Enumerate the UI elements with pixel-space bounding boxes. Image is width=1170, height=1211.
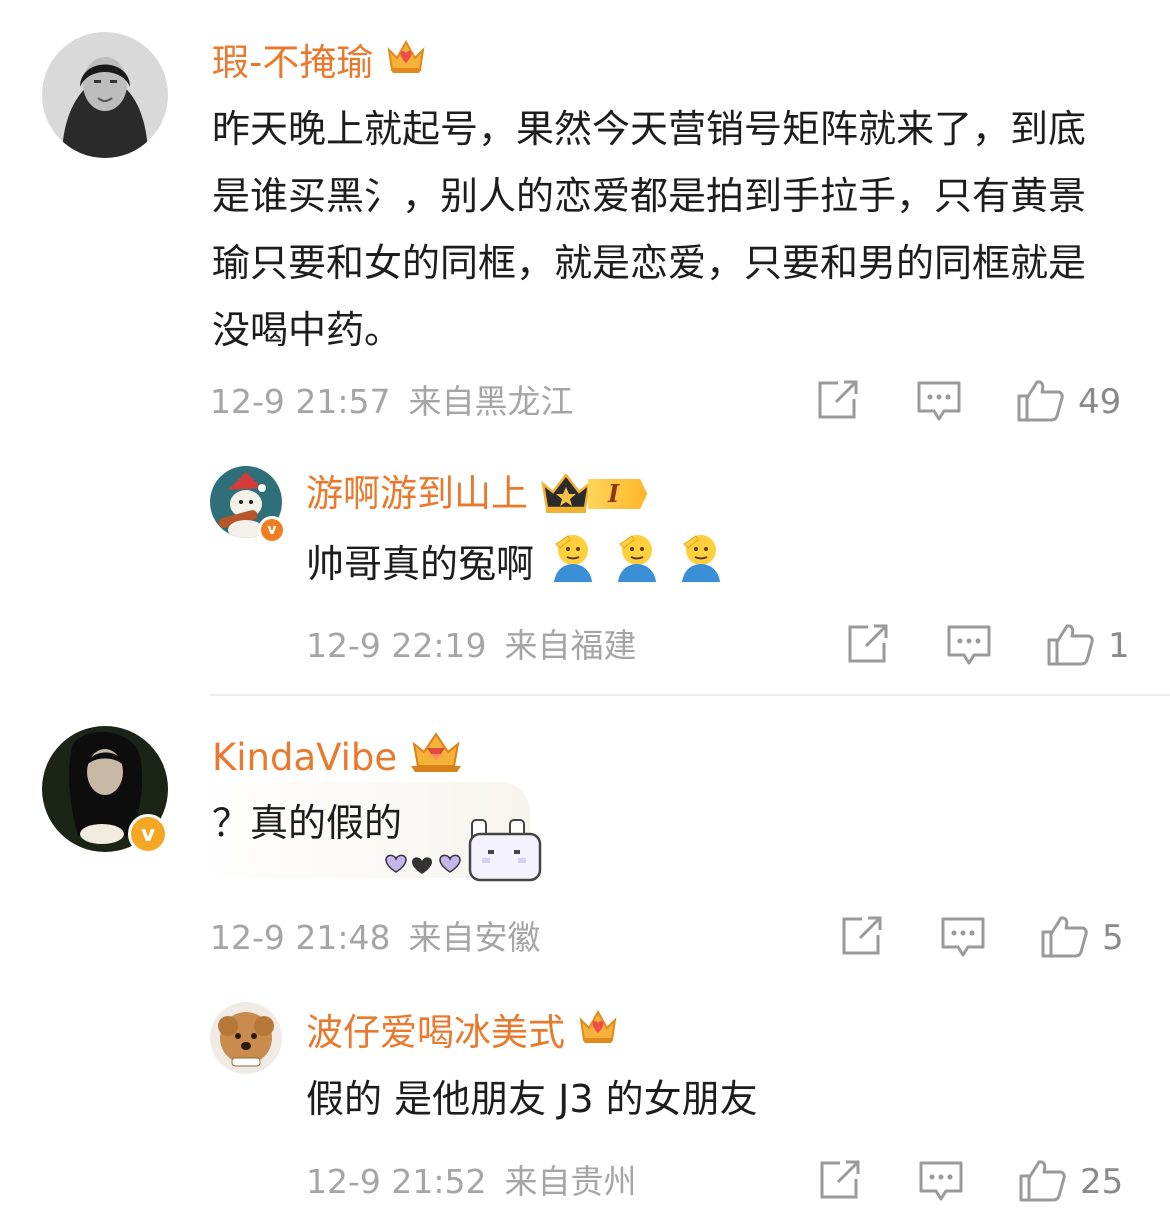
salute-emoji-icon xyxy=(676,530,726,603)
like-button[interactable]: 49 xyxy=(1016,378,1121,426)
salute-emoji-icon xyxy=(612,530,662,603)
reply-button[interactable] xyxy=(946,624,992,672)
timestamp: 12-9 21:52 xyxy=(306,1162,487,1201)
crown-heart-badge-icon xyxy=(385,36,427,90)
comment-text: ？真的假的 xyxy=(212,801,403,845)
location: 来自安徽 xyxy=(408,918,541,957)
username[interactable]: 瑕-不掩瑜 xyxy=(212,36,427,90)
share-button[interactable] xyxy=(818,1160,862,1204)
username[interactable]: KindaVibe xyxy=(212,730,463,786)
comment-text: 昨天晚上就起号，果然今天营销号矩阵就来了，到底是谁买黑氵，别人的恋爱都是拍到手拉… xyxy=(212,107,1087,352)
reply-text: 帅哥真的冤啊 xyxy=(306,530,726,603)
share-icon xyxy=(818,1160,862,1204)
avatar[interactable] xyxy=(42,32,168,158)
thumbs-up-icon xyxy=(1040,914,1088,962)
heart-icon xyxy=(385,854,461,874)
timestamp: 12-9 21:48 xyxy=(210,918,391,957)
share-button[interactable] xyxy=(846,624,890,668)
avatar[interactable] xyxy=(210,1002,282,1074)
timestamp: 12-9 22:19 xyxy=(306,626,487,665)
share-icon xyxy=(840,916,884,960)
username[interactable]: 游啊游到山上 I xyxy=(306,470,648,518)
salute-emoji-icon xyxy=(548,530,598,603)
like-button[interactable]: 5 xyxy=(1040,914,1124,962)
thumbs-up-icon xyxy=(1016,378,1064,426)
level-badge: I xyxy=(588,479,648,509)
like-count: 49 xyxy=(1078,382,1122,422)
comment-icon xyxy=(946,624,992,672)
reply-meta: 12-9 21:52 来自贵州 xyxy=(306,1160,637,1204)
crown-heart-badge-icon xyxy=(577,1006,619,1060)
crown-gem-badge-icon xyxy=(409,730,463,786)
like-button[interactable]: 25 xyxy=(1018,1158,1123,1206)
thumbs-up-icon xyxy=(1046,622,1094,670)
comment-meta: 12-9 21:57 来自黑龙江 xyxy=(210,380,574,424)
share-icon xyxy=(816,380,860,424)
username[interactable]: 波仔爱喝冰美式 xyxy=(306,1006,619,1060)
reply-button[interactable] xyxy=(940,916,986,964)
share-icon xyxy=(846,624,890,668)
verified-badge-icon: v xyxy=(128,814,168,854)
comment-meta: 12-9 21:48 来自安徽 xyxy=(210,916,541,960)
comment-icon xyxy=(940,916,986,964)
comment-icon xyxy=(918,1160,964,1208)
comment-icon xyxy=(916,380,962,428)
pixel-bunny-hearts-sticker xyxy=(384,816,546,888)
thumbs-up-icon xyxy=(1018,1158,1066,1206)
reply-button[interactable] xyxy=(916,380,962,428)
divider xyxy=(210,694,1170,696)
like-button[interactable]: 1 xyxy=(1046,622,1130,670)
reply-button[interactable] xyxy=(918,1160,964,1208)
crown-level-badge-icon: I xyxy=(540,472,648,516)
location: 来自黑龙江 xyxy=(408,382,574,421)
bunny-icon xyxy=(468,819,542,882)
location: 来自福建 xyxy=(504,626,637,665)
like-count: 1 xyxy=(1108,626,1130,666)
like-count: 5 xyxy=(1102,918,1124,958)
like-count: 25 xyxy=(1080,1162,1124,1202)
reply-text: 假的 是他朋友 J3 的女朋友 xyxy=(306,1077,758,1121)
location: 来自贵州 xyxy=(504,1162,637,1201)
verified-badge-icon: v xyxy=(258,516,286,544)
timestamp: 12-9 21:57 xyxy=(210,382,391,421)
share-button[interactable] xyxy=(840,916,884,960)
share-button[interactable] xyxy=(816,380,860,424)
reply-meta: 12-9 22:19 来自福建 xyxy=(306,624,637,668)
